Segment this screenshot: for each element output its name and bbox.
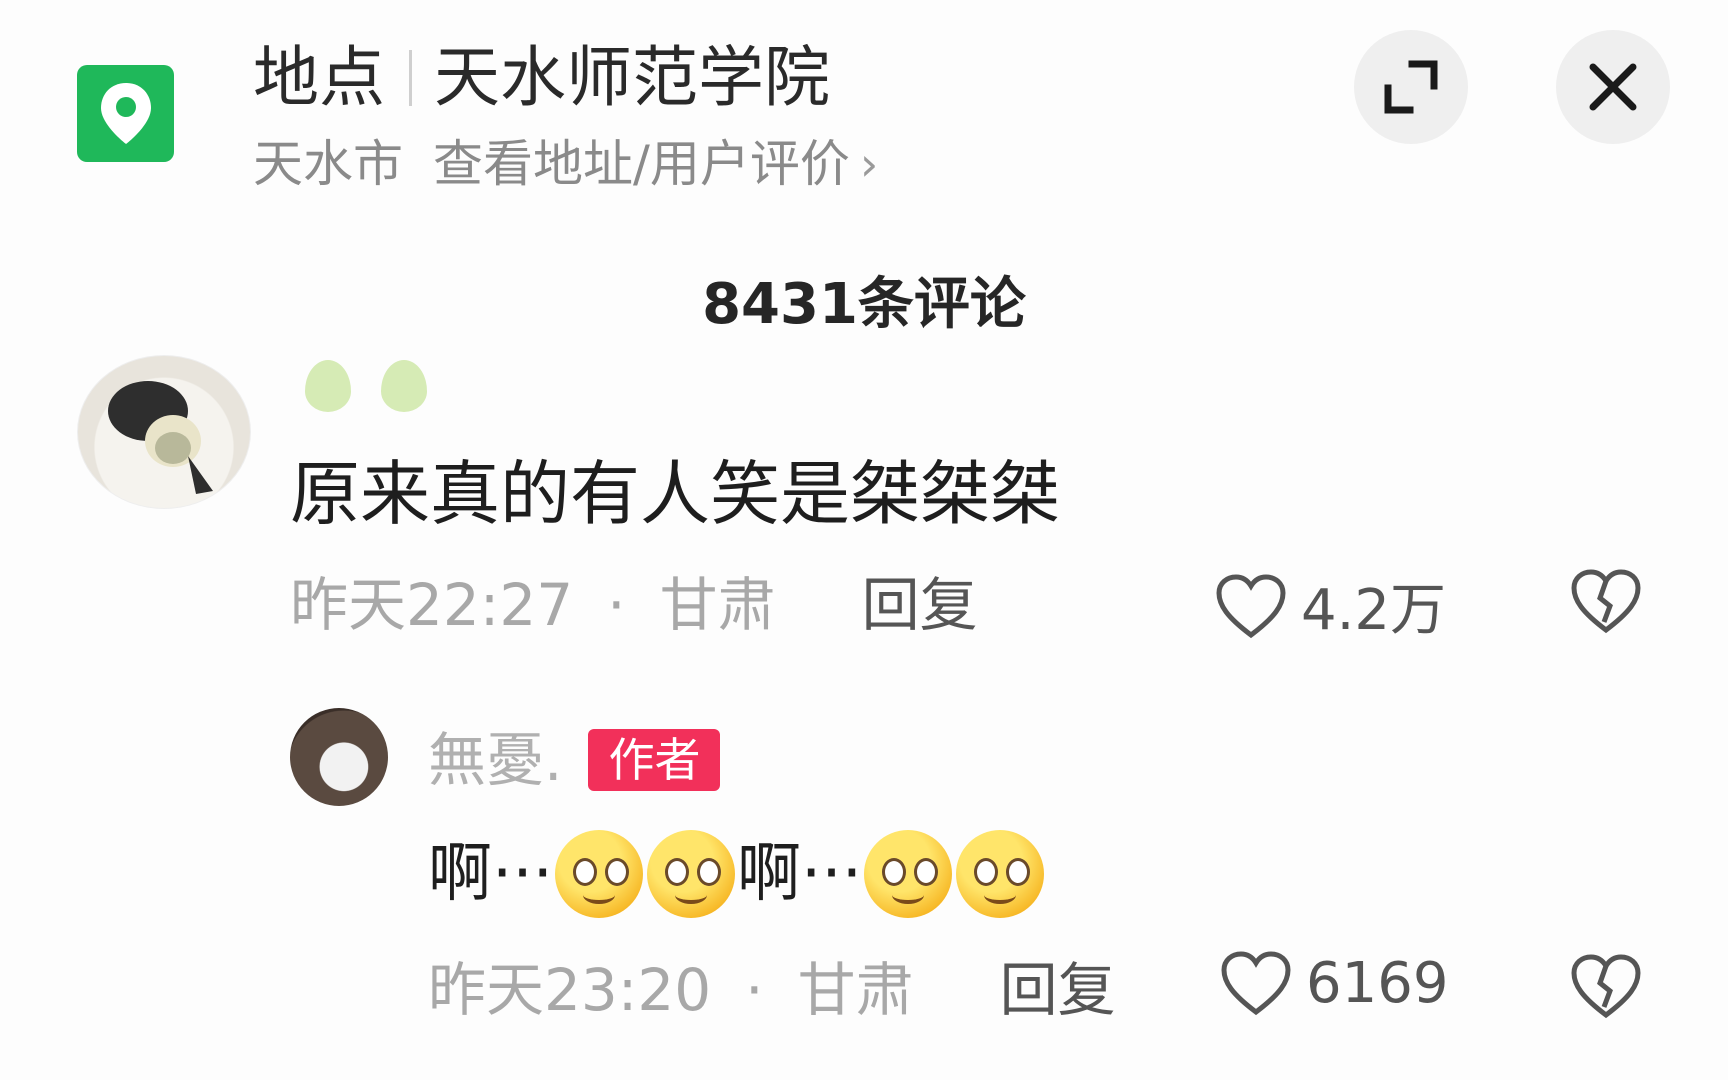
place-name: 天水师范学院 xyxy=(434,39,830,116)
reply-meta: 昨天23:20 · 甘肃 回复 xyxy=(428,955,1116,1025)
reply-username[interactable]: 無憂. xyxy=(428,725,562,795)
like-button[interactable]: 4.2万 xyxy=(1215,565,1446,646)
reply-text-part1: 啊··· xyxy=(428,837,554,911)
like-button[interactable]: 6169 xyxy=(1220,950,1449,1016)
wink-emoji-icon xyxy=(647,830,736,918)
location-pin-icon xyxy=(77,65,174,162)
dazed-emoji-icon xyxy=(956,830,1045,918)
expand-button[interactable] xyxy=(1354,30,1468,144)
close-icon xyxy=(1589,63,1637,111)
like-count: 6169 xyxy=(1306,950,1449,1016)
title-divider xyxy=(409,50,412,106)
location-subtitle[interactable]: 天水市 查看地址/用户评价 › xyxy=(253,132,878,196)
reply-time: 昨天23:20 xyxy=(428,956,712,1024)
green-drop-icon xyxy=(305,360,351,412)
location-comment-panel: 地点 天水师范学院 天水市 查看地址/用户评价 › 8431条评论 原来真的有人… xyxy=(0,0,1728,1080)
dazed-emoji-icon xyxy=(555,830,644,918)
reply-text-part2: 啊··· xyxy=(737,837,863,911)
city-name: 天水市 xyxy=(253,135,403,193)
shocked-emoji-icon xyxy=(864,830,953,918)
emoji-decoration xyxy=(305,360,427,412)
expand-icon xyxy=(1384,60,1438,114)
reply-button[interactable]: 回复 xyxy=(1000,955,1116,1025)
avatar[interactable] xyxy=(77,355,251,509)
address-review-link[interactable]: 查看地址/用户评价 xyxy=(433,132,850,196)
comment-time: 昨天22:27 xyxy=(290,571,574,639)
reply-username-row: 無憂. 作者 xyxy=(428,725,721,795)
location-title[interactable]: 地点 天水师范学院 xyxy=(253,38,830,118)
broken-heart-icon xyxy=(1571,569,1641,634)
heart-icon xyxy=(1221,951,1291,1016)
comment-text: 原来真的有人笑是桀桀桀 xyxy=(290,453,1060,535)
reply-text: 啊··· 啊··· xyxy=(428,830,1046,918)
author-avatar[interactable] xyxy=(290,708,388,806)
author-badge: 作者 xyxy=(588,729,721,791)
meta-separator: · xyxy=(607,571,626,639)
close-button[interactable] xyxy=(1556,30,1670,144)
dislike-button[interactable] xyxy=(1570,953,1642,1023)
broken-heart-icon xyxy=(1571,954,1641,1019)
dislike-button[interactable] xyxy=(1570,568,1642,638)
like-count: 4.2万 xyxy=(1301,578,1447,643)
location-label: 地点 xyxy=(253,39,385,116)
chevron-right-icon: › xyxy=(859,137,879,191)
meta-separator: · xyxy=(745,956,764,1024)
comment-meta: 昨天22:27 · 甘肃 回复 xyxy=(290,570,978,640)
comments-count: 8431条评论 xyxy=(702,272,1026,337)
reply-region: 甘肃 xyxy=(797,956,914,1024)
reply-button[interactable]: 回复 xyxy=(862,570,978,640)
heart-icon xyxy=(1216,573,1286,638)
green-drop-icon xyxy=(381,360,427,412)
comment-region: 甘肃 xyxy=(659,571,776,639)
